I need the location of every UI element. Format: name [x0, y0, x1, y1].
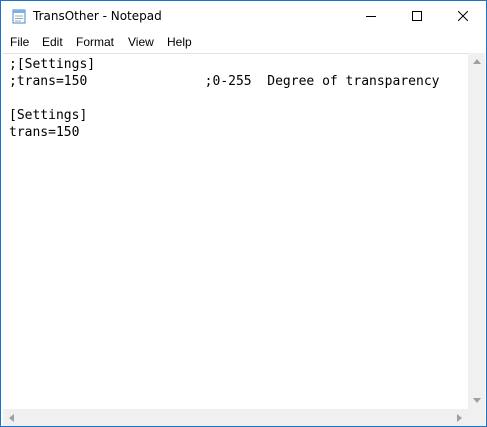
scroll-left-arrow-icon[interactable]	[3, 409, 20, 426]
scroll-down-arrow-icon[interactable]	[468, 392, 485, 409]
menu-format[interactable]: Format	[76, 31, 114, 53]
scroll-right-arrow-icon[interactable]	[451, 409, 468, 426]
notepad-window: TransOther - Notepad File Edit Format Vi…	[0, 0, 487, 427]
size-grip[interactable]	[468, 409, 485, 426]
text-editor[interactable]: ;[Settings] ;trans=150 ;0-255 Degree of t…	[3, 53, 468, 409]
window-title: TransOther - Notepad	[33, 9, 162, 23]
menu-bar: File Edit Format View Help	[1, 31, 486, 53]
minimize-button[interactable]	[348, 1, 394, 31]
vertical-scrollbar[interactable]	[468, 53, 485, 409]
editor-line: ;trans=150 ;0-255 Degree of transparency	[9, 74, 440, 89]
minimize-icon	[366, 11, 376, 21]
editor-line: [Settings]	[9, 108, 88, 123]
notepad-icon	[11, 8, 27, 24]
editor-line: trans=150	[9, 125, 80, 140]
menu-view[interactable]: View	[128, 31, 154, 53]
horizontal-scrollbar[interactable]	[3, 409, 468, 426]
close-button[interactable]	[440, 1, 486, 31]
menu-help[interactable]: Help	[167, 31, 192, 53]
close-icon	[458, 11, 468, 21]
maximize-button[interactable]	[394, 1, 440, 31]
title-bar[interactable]: TransOther - Notepad	[1, 1, 486, 31]
menu-edit[interactable]: Edit	[42, 31, 63, 53]
editor-line: ;[Settings]	[9, 57, 96, 72]
menu-file[interactable]: File	[10, 31, 29, 53]
scroll-up-arrow-icon[interactable]	[468, 53, 485, 70]
editor-content[interactable]: ;[Settings] ;trans=150 ;0-255 Degree of t…	[9, 56, 439, 141]
maximize-icon	[412, 11, 422, 21]
